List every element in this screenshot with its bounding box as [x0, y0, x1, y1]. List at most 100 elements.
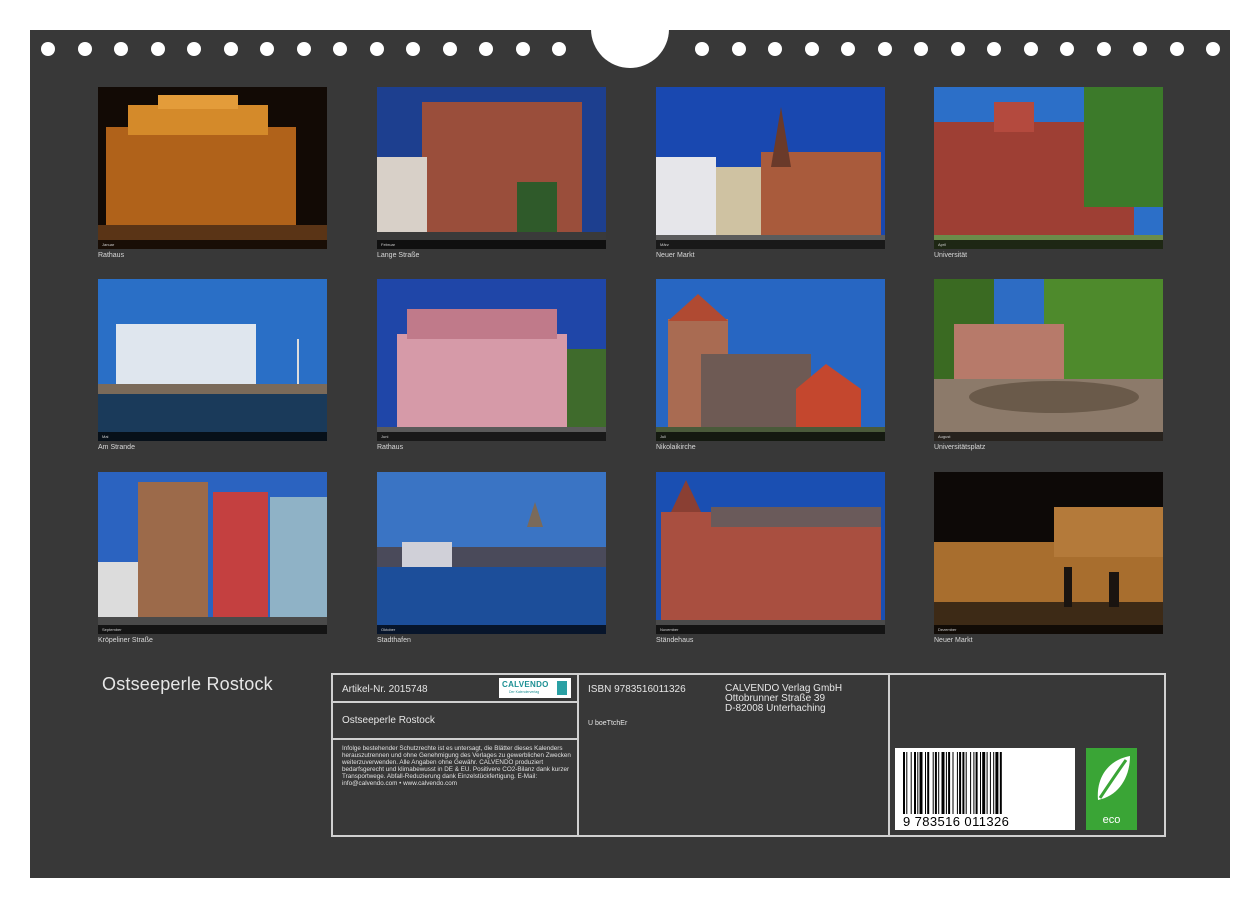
binding-hole: [695, 42, 709, 56]
photo-image: [98, 472, 327, 634]
binding-hole: [1206, 42, 1220, 56]
photo-thumbnail: Mai: [98, 279, 327, 441]
photo-caption: Am Strande: [98, 444, 135, 451]
binding-hole: [223, 42, 238, 56]
binding-hole: [877, 42, 892, 56]
photo-thumbnail: Februar: [377, 87, 606, 249]
calendar-title: Ostseeperle Rostock: [102, 674, 273, 694]
barcode-bar: [919, 752, 923, 814]
barcode-bar: [917, 752, 919, 814]
photo-caption: Lange Straße: [377, 252, 420, 259]
divider: [577, 675, 579, 835]
product-title: Ostseeperle Rostock: [342, 715, 435, 726]
barcode-bar: [973, 752, 975, 814]
binding-hole: [150, 42, 165, 56]
logo-word: CALVENDO: [502, 680, 549, 689]
barcode-bar: [975, 752, 978, 814]
binding-hole: [515, 42, 530, 56]
barcode-bar: [945, 752, 947, 814]
barcode-bar: [962, 752, 965, 814]
barcode-bar: [925, 752, 926, 814]
photo-caption: Universität: [934, 252, 968, 259]
barcode-number: 9 783516 011326: [903, 814, 1010, 829]
binding-hole: [260, 42, 274, 56]
photo-thumbnail: September: [98, 472, 327, 634]
barcode-bar: [914, 752, 916, 814]
photo-image: [98, 279, 327, 441]
binding-hole: [1133, 42, 1147, 56]
barcode-bar: [993, 752, 995, 814]
binding-hole: [369, 42, 384, 56]
book-icon: [557, 681, 567, 695]
binding-hole: [41, 42, 55, 56]
photo-caption: Kröpeliner Straße: [98, 637, 153, 644]
month-strip: Januar: [98, 240, 327, 249]
divider: [333, 701, 577, 703]
calendar-back-cover: Januar Rathaus Februar Lange Straße März Neue…: [30, 0, 1230, 878]
month-strip: April: [934, 240, 1163, 249]
subtitle-code: U boeTtchEr: [588, 720, 628, 727]
barcode-bar: [965, 752, 967, 814]
binding-hole: [987, 42, 1001, 56]
photo-caption: Stadthafen: [377, 637, 411, 644]
photo-thumbnail: November: [656, 472, 885, 634]
photo-image: [377, 472, 606, 634]
binding-hole: [77, 42, 92, 56]
binding-hole: [552, 42, 566, 56]
binding-hole: [950, 42, 965, 56]
barcode-bar: [986, 752, 988, 814]
hanger-cutout: [591, 0, 669, 68]
binding-hole: [914, 42, 928, 56]
barcode-bar: [982, 752, 986, 814]
binding-hole: [296, 42, 311, 56]
photo-thumbnail: Oktober: [377, 472, 606, 634]
barcode-bar: [934, 752, 937, 814]
photo-thumbnail: Januar: [98, 87, 327, 249]
barcode-bar: [970, 752, 972, 814]
barcode-bar: [938, 752, 940, 814]
logo-subline: Der Kalenderverlag: [509, 690, 540, 694]
binding-hole: [1096, 42, 1111, 56]
binding-hole: [804, 42, 819, 56]
month-strip: September: [98, 625, 327, 634]
photo-thumbnail: Juli: [656, 279, 885, 441]
eco-badge: eco: [1086, 748, 1137, 830]
binding-hole: [479, 42, 493, 56]
legal-notice: Infolge bestehender Schutzrechte ist es …: [342, 745, 571, 787]
photo-caption: Rathaus: [377, 444, 404, 451]
photo-image: [98, 87, 327, 249]
photo-image: [934, 279, 1163, 441]
eco-label: eco: [1102, 814, 1121, 826]
binding-hole: [406, 42, 420, 56]
barcode-bar: [956, 752, 958, 814]
publisher-city: D-82008 Unterhaching: [725, 703, 826, 714]
publisher-address: CALVENDO Verlag GmbH Ottobrunner Straße …: [725, 684, 842, 714]
photo-thumbnail: Juni: [377, 279, 606, 441]
isbn: ISBN 9783516011326: [588, 684, 686, 695]
photo-image: [656, 279, 885, 441]
barcode-bar: [941, 752, 945, 814]
binding-hole: [114, 42, 128, 56]
photo-caption: Neuer Markt: [934, 637, 973, 644]
month-strip: August: [934, 432, 1163, 441]
article-number: Artikel-Nr. 2015748: [342, 684, 428, 695]
barcode-bar: [952, 752, 954, 814]
photo-thumbnail: April: [934, 87, 1163, 249]
barcode-bar: [989, 752, 991, 814]
info-box: Artikel-Nr. 2015748 CALVENDO Der Kalende…: [331, 673, 1166, 837]
photo-image: [934, 472, 1163, 634]
barcode-bars: [903, 752, 1002, 814]
photo-caption: Ständehaus: [656, 637, 694, 644]
barcode-bar: [980, 752, 981, 814]
month-strip: Dezember: [934, 625, 1163, 634]
barcode-bar: [932, 752, 934, 814]
photo-caption: Universitätsplatz: [934, 444, 986, 451]
barcode-bar: [959, 752, 962, 814]
month-strip: Oktober: [377, 625, 606, 634]
photo-caption: Rathaus: [98, 252, 125, 259]
divider: [333, 738, 577, 740]
leaf-icon: [1097, 756, 1130, 800]
photo-caption: Neuer Markt: [656, 252, 695, 259]
photo-image: [377, 87, 606, 249]
barcode-bar: [927, 752, 930, 814]
